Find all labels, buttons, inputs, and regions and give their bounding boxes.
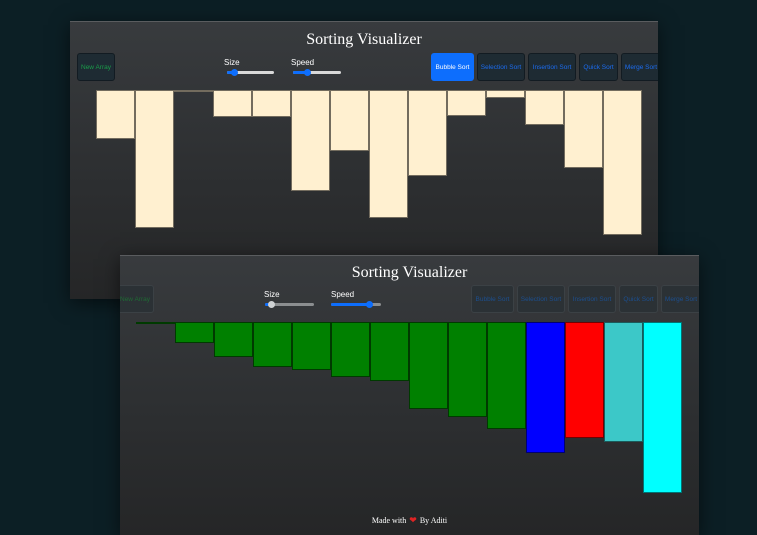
array-bar	[604, 322, 643, 442]
array-bar	[369, 90, 408, 218]
array-bar	[253, 322, 292, 367]
array-bar	[96, 90, 135, 139]
array-bar	[409, 322, 448, 409]
array-bar	[525, 90, 564, 125]
visualizer-window-front: Sorting Visualizer New Array Size Speed …	[120, 255, 699, 535]
array-bar	[486, 90, 525, 98]
heart-icon: ❤	[409, 515, 417, 525]
bars-area	[120, 255, 699, 535]
array-bar	[447, 90, 486, 116]
array-bar	[643, 322, 682, 493]
array-bar	[291, 90, 330, 191]
array-bar	[252, 90, 291, 117]
array-bar	[136, 322, 175, 324]
footer-prefix: Made with	[371, 516, 407, 525]
array-bar	[135, 90, 174, 228]
array-bar	[331, 322, 370, 377]
array-bar	[330, 90, 369, 151]
array-bar	[174, 90, 213, 92]
array-bar	[526, 322, 565, 453]
array-bar	[213, 90, 252, 117]
array-bar	[565, 322, 604, 438]
array-bar	[564, 90, 603, 168]
array-bar	[487, 322, 526, 429]
array-bar	[214, 322, 253, 357]
array-bar	[408, 90, 447, 176]
array-bar	[292, 322, 331, 370]
footer: Made with ❤ By Aditi	[120, 515, 699, 526]
footer-author: By Aditi	[419, 516, 448, 525]
array-bar	[448, 322, 487, 417]
array-bar	[603, 90, 642, 235]
array-bar	[175, 322, 214, 343]
array-bar	[370, 322, 409, 381]
